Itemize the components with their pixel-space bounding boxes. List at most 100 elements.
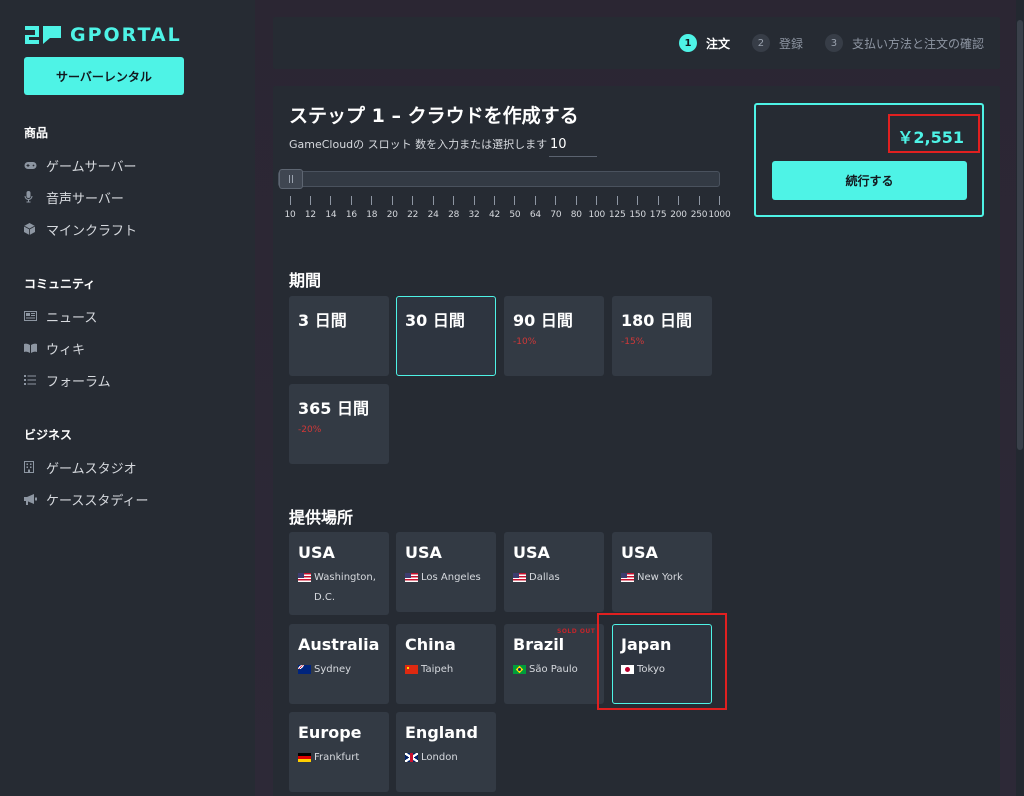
city-name: New York — [637, 572, 683, 583]
city-name: Dallas — [529, 572, 560, 583]
duration-option-3-days[interactable]: 3 日間 — [289, 296, 389, 376]
slider-tick: 1000 — [704, 196, 734, 220]
brand-name: GPORTAL — [70, 24, 182, 46]
region-label: USA — [298, 543, 335, 562]
region-label: Europe — [298, 723, 362, 742]
location-option-brazil-sao-paulo[interactable]: Brazil São Paulo — [504, 624, 604, 704]
step-order[interactable]: 1 注文 — [678, 34, 730, 52]
duration-label: 90 日間 — [513, 311, 573, 330]
tick-mark — [534, 196, 536, 205]
location-option-china-taipeh[interactable]: China Taipeh — [396, 624, 496, 704]
duration-option-365-days[interactable]: 365 日間 -20% — [289, 384, 389, 464]
nav-item-news[interactable]: ニュース — [24, 300, 255, 332]
duration-option-30-days[interactable]: 30 日間 — [396, 296, 496, 376]
region-label: USA — [513, 543, 550, 562]
nav-item-label: ケーススタディー — [46, 493, 149, 509]
duration-option-90-days[interactable]: 90 日間 -10% — [504, 296, 604, 376]
city-label: London — [405, 748, 495, 768]
tick-mark — [514, 196, 516, 205]
checkout-steps: 1 注文 2 登録 3 支払い方法と注文の確認 — [678, 34, 984, 52]
tick-mark — [473, 196, 475, 205]
tick-mark — [494, 196, 495, 205]
gamepad-icon — [24, 161, 46, 170]
tick-label: 1000 — [708, 210, 731, 220]
duration-option-180-days[interactable]: 180 日間 -15% — [612, 296, 712, 376]
sidebar: GPORTAL サーバーレンタル 商品 ゲームサーバー 音声サーバー マインクラ… — [0, 0, 255, 796]
tick-mark — [596, 196, 598, 205]
tick-mark — [309, 196, 311, 205]
nav-item-game-server[interactable]: ゲームサーバー — [24, 149, 255, 181]
location-option-australia-sydney[interactable]: Australia Sydney — [289, 624, 389, 704]
newspaper-icon — [24, 311, 46, 321]
slot-count-label: GameCloudの スロット 数を入力または選択します — [289, 138, 548, 151]
city-label: Frankfurt — [298, 748, 388, 768]
discount-badge: -10% — [513, 337, 537, 347]
tick-mark — [371, 196, 373, 205]
slot-slider-track[interactable] — [278, 171, 720, 187]
germany-flag-icon — [298, 753, 311, 762]
nav-section-products-title: 商品 — [24, 126, 49, 140]
location-option-england-london[interactable]: England London — [396, 712, 496, 792]
continue-button[interactable]: 続行する — [772, 161, 967, 200]
tick-mark — [555, 196, 557, 205]
nav-section-community-title: コミュニティ — [24, 277, 96, 291]
location-option-usa-los-angeles[interactable]: USA Los Angeles — [396, 532, 496, 612]
slot-slider-handle[interactable] — [279, 169, 303, 189]
city-label: New York — [621, 568, 711, 588]
tick-mark — [657, 196, 659, 205]
slot-count-input[interactable] — [549, 132, 597, 157]
brand-logo[interactable]: GPORTAL — [24, 22, 255, 48]
book-icon — [24, 343, 46, 353]
nav-item-label: ゲームスタジオ — [46, 461, 137, 477]
region-label: Australia — [298, 635, 380, 654]
tick-mark — [616, 196, 618, 205]
region-label: USA — [405, 543, 442, 562]
tick-mark — [698, 196, 700, 205]
step-number: 3 — [824, 34, 843, 52]
nav-item-case-study[interactable]: ケーススタディー — [24, 483, 255, 515]
nav-item-label: ニュース — [46, 310, 98, 326]
location-option-usa-new-york[interactable]: USA New York — [612, 532, 712, 612]
city-label: Washington, D.C. — [298, 568, 388, 608]
uk-flag-icon — [405, 753, 418, 762]
duration-section-title: 期間 — [289, 271, 322, 290]
region-label: USA — [621, 543, 658, 562]
nav-item-wiki[interactable]: ウィキ — [24, 332, 255, 364]
step-register[interactable]: 2 登録 — [751, 34, 803, 52]
australia-flag-icon — [298, 665, 311, 674]
discount-badge: -20% — [298, 425, 322, 435]
city-name: Los Angeles — [421, 572, 481, 583]
page-scrollbar-thumb[interactable] — [1017, 20, 1023, 450]
region-label: England — [405, 723, 478, 742]
nav-item-label: 音声サーバー — [46, 191, 124, 207]
location-option-europe-frankfurt[interactable]: Europe Frankfurt — [289, 712, 389, 792]
nav-item-label: ウィキ — [46, 342, 86, 358]
tick-mark — [391, 196, 393, 205]
tick-mark — [289, 196, 291, 205]
region-label: Brazil — [513, 635, 565, 654]
step-payment-confirm[interactable]: 3 支払い方法と注文の確認 — [824, 34, 984, 52]
city-name: London — [421, 752, 458, 763]
duration-label: 3 日間 — [298, 311, 347, 330]
us-flag-icon — [513, 573, 526, 582]
step-label: 注文 — [705, 36, 730, 51]
nav-item-game-studio[interactable]: ゲームスタジオ — [24, 451, 255, 483]
tick-mark — [412, 196, 414, 205]
nav-item-minecraft[interactable]: マインクラフト — [24, 213, 255, 245]
city-label: São Paulo — [513, 660, 603, 680]
step-label: 登録 — [778, 36, 803, 51]
location-option-usa-dallas[interactable]: USA Dallas — [504, 532, 604, 612]
nav-item-label: マインクラフト — [46, 223, 138, 239]
nav-item-forum[interactable]: フォーラム — [24, 364, 255, 396]
building-icon — [24, 461, 46, 473]
nav-item-voice-server[interactable]: 音声サーバー — [24, 181, 255, 213]
cube-icon — [24, 223, 46, 235]
duration-label: 180 日間 — [621, 311, 692, 330]
gportal-logo-icon — [24, 24, 62, 46]
location-option-usa-washington[interactable]: USA Washington, D.C. — [289, 532, 389, 615]
checkout-steps-bar: 1 注文 2 登録 3 支払い方法と注文の確認 — [273, 17, 1000, 69]
tick-mark — [432, 196, 434, 205]
megaphone-icon — [24, 493, 46, 505]
list-icon — [24, 375, 46, 385]
server-rental-button[interactable]: サーバーレンタル — [24, 57, 184, 95]
